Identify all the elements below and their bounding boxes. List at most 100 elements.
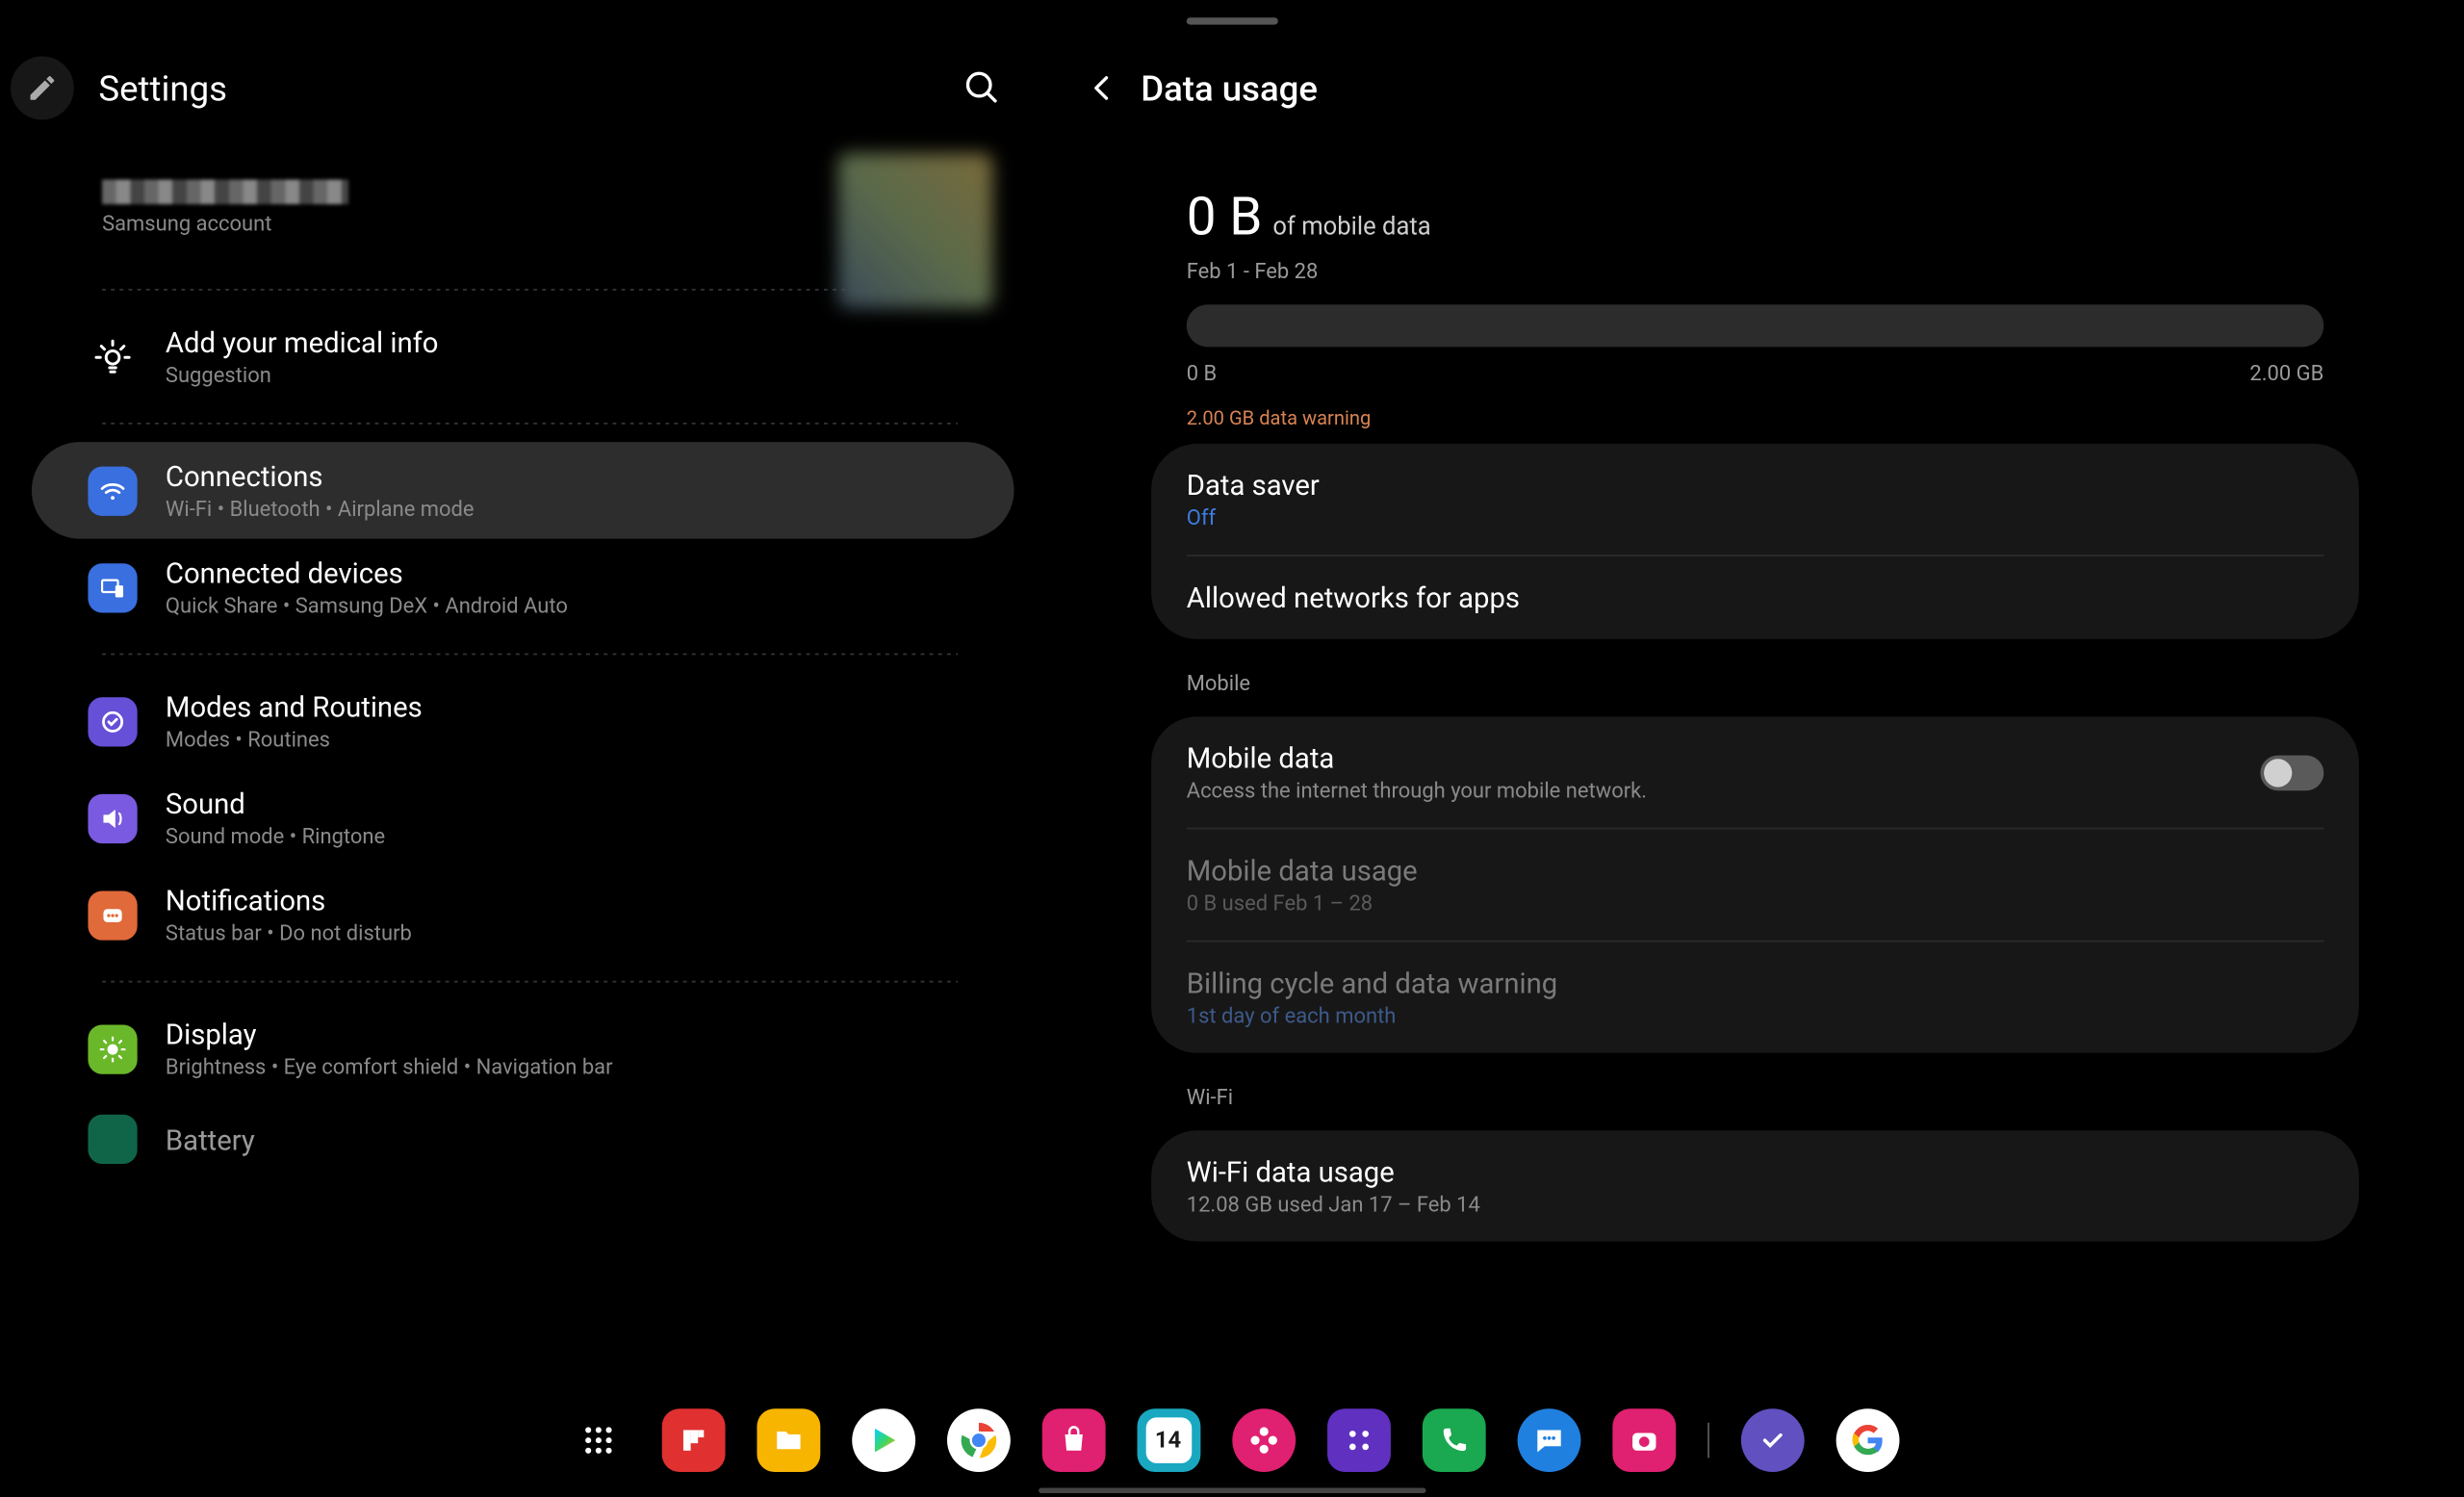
billing-cycle-title: Billing cycle and data warning xyxy=(1187,967,2324,1000)
search-button[interactable] xyxy=(947,53,1017,123)
taskbar-divider xyxy=(1707,1423,1708,1458)
notifications-icon xyxy=(88,890,137,940)
mobile-card: Mobile data Access the internet through … xyxy=(1151,716,2359,1052)
mobile-data-usage-sub: 0 B used Feb 1 – 28 xyxy=(1187,890,2324,916)
divider xyxy=(102,654,958,656)
modes-icon xyxy=(88,696,137,745)
connected-devices-sub: Quick Share • Samsung DeX • Android Auto xyxy=(166,593,568,618)
wifi-data-usage-row[interactable]: Wi-Fi data usage 12.08 GB used Jan 17 – … xyxy=(1151,1130,2359,1241)
wifi-section-label: Wi-Fi xyxy=(1045,1077,2464,1116)
samsung-account-row[interactable]: Samsung account xyxy=(0,127,1045,271)
chevron-left-icon xyxy=(1085,70,1120,106)
sound-row[interactable]: Sound Sound mode • Ringtone xyxy=(32,769,1014,866)
usage-warning-label: 2.00 GB data warning xyxy=(1187,406,2324,429)
display-title: Display xyxy=(166,1018,613,1051)
connections-row[interactable]: Connections Wi-Fi • Bluetooth • Airplane… xyxy=(32,442,1014,539)
modes-title: Modes and Routines xyxy=(166,690,423,724)
chrome-icon xyxy=(957,1419,999,1461)
medical-title: Add your medical info xyxy=(166,325,439,359)
connections-title: Connections xyxy=(166,459,475,493)
mobile-data-usage-title: Mobile data usage xyxy=(1187,854,2324,888)
notifications-sub: Status bar • Do not disturb xyxy=(166,921,412,946)
camera-icon xyxy=(1626,1423,1661,1458)
mobile-data-title: Mobile data xyxy=(1187,741,1647,775)
recent-app-1-icon[interactable] xyxy=(1740,1408,1804,1472)
mobile-data-usage-row[interactable]: Mobile data usage 0 B used Feb 1 – 28 xyxy=(1187,828,2324,941)
divider xyxy=(102,423,958,425)
flipboard-icon xyxy=(675,1423,710,1458)
avatar[interactable] xyxy=(838,153,993,308)
flower-icon xyxy=(1245,1423,1281,1458)
notifications-row[interactable]: Notifications Status bar • Do not distur… xyxy=(32,866,1014,964)
phone-app-icon[interactable] xyxy=(1422,1408,1485,1472)
pencil-icon xyxy=(26,72,58,104)
sound-title: Sound xyxy=(166,787,385,821)
flipboard-app-icon[interactable] xyxy=(661,1408,725,1472)
usage-max-label: 2.00 GB xyxy=(2249,361,2323,386)
display-row[interactable]: Display Brightness • Eye comfort shield … xyxy=(32,1000,1014,1097)
data-saver-row[interactable]: Data saver Off xyxy=(1151,444,2359,555)
calendar-day-label: 14 xyxy=(1145,1417,1192,1463)
google-app-icon[interactable] xyxy=(1835,1408,1899,1472)
phone-icon xyxy=(1437,1425,1469,1457)
play-store-app-icon[interactable] xyxy=(851,1408,914,1472)
divider xyxy=(102,981,958,983)
grid-dots-icon xyxy=(1339,1421,1377,1459)
divider xyxy=(102,289,958,291)
home-indicator[interactable] xyxy=(1039,1488,1425,1493)
search-icon xyxy=(962,68,1001,107)
google-g-icon xyxy=(1848,1421,1886,1459)
messages-app-icon[interactable] xyxy=(1517,1408,1580,1472)
connections-sub: Wi-Fi • Bluetooth • Airplane mode xyxy=(166,497,475,522)
app-drawer-icon xyxy=(580,1423,616,1458)
medical-info-row[interactable]: Add your medical info Suggestion xyxy=(32,308,1014,405)
modes-sub: Modes • Routines xyxy=(166,727,423,752)
battery-icon xyxy=(88,1115,137,1164)
mobile-data-toggle[interactable] xyxy=(2260,755,2323,790)
allowed-networks-row[interactable]: Allowed networks for apps xyxy=(1187,555,2324,639)
connected-devices-row[interactable]: Connected devices Quick Share • Samsung … xyxy=(32,539,1014,636)
calendar-app-icon[interactable]: 14 xyxy=(1137,1408,1200,1472)
mobile-data-sub: Access the internet through your mobile … xyxy=(1187,778,1647,803)
devices-icon xyxy=(88,562,137,611)
usage-amount-suffix: of mobile data xyxy=(1272,213,1430,241)
battery-row[interactable]: Battery xyxy=(32,1097,1014,1181)
sound-sub: Sound mode • Ringtone xyxy=(166,824,385,849)
chat-icon xyxy=(1530,1423,1566,1458)
galaxy-store-app-icon[interactable] xyxy=(1041,1408,1105,1472)
folder-icon xyxy=(770,1423,806,1458)
usage-min-label: 0 B xyxy=(1187,361,1217,386)
voice-recorder-app-icon[interactable] xyxy=(1326,1408,1390,1472)
shopping-bag-icon xyxy=(1055,1423,1091,1458)
chrome-app-icon[interactable] xyxy=(946,1408,1010,1472)
data-saver-title: Data saver xyxy=(1187,469,2324,503)
settings-title: Settings xyxy=(98,67,227,110)
play-icon xyxy=(865,1423,901,1458)
allowed-networks-title: Allowed networks for apps xyxy=(1187,581,2324,615)
camera-app-icon[interactable] xyxy=(1611,1408,1675,1472)
display-icon xyxy=(88,1024,137,1073)
usage-progress-bar xyxy=(1187,304,2324,347)
modes-routines-row[interactable]: Modes and Routines Modes • Routines xyxy=(32,673,1014,770)
wifi-card: Wi-Fi data usage 12.08 GB used Jan 17 – … xyxy=(1151,1130,2359,1241)
app-drawer-button[interactable] xyxy=(566,1408,629,1472)
usage-summary: 0 B of mobile data Feb 1 - Feb 28 0 B 2.… xyxy=(1045,123,2464,429)
battery-title: Battery xyxy=(166,1123,255,1156)
connected-devices-title: Connected devices xyxy=(166,556,568,590)
mobile-data-row[interactable]: Mobile data Access the internet through … xyxy=(1151,716,2359,827)
data-usage-pane: Data usage 0 B of mobile data Feb 1 - Fe… xyxy=(1045,0,2464,1497)
page-title: Data usage xyxy=(1141,67,1318,110)
back-button[interactable] xyxy=(1074,60,1131,116)
usage-amount-value: 0 B xyxy=(1187,187,1263,248)
edit-button[interactable] xyxy=(11,57,74,120)
mobile-section-label: Mobile xyxy=(1045,664,2464,703)
files-app-icon[interactable] xyxy=(757,1408,820,1472)
notifications-title: Notifications xyxy=(166,884,412,917)
gallery-app-icon[interactable] xyxy=(1231,1408,1295,1472)
billing-cycle-sub: 1st day of each month xyxy=(1187,1004,2324,1029)
wifi-icon xyxy=(88,466,137,515)
medical-sub: Suggestion xyxy=(166,363,439,388)
settings-pane: Settings Samsung account Add your medica… xyxy=(0,0,1045,1497)
usage-period: Feb 1 - Feb 28 xyxy=(1187,259,2324,284)
billing-cycle-row[interactable]: Billing cycle and data warning 1st day o… xyxy=(1187,941,2324,1053)
